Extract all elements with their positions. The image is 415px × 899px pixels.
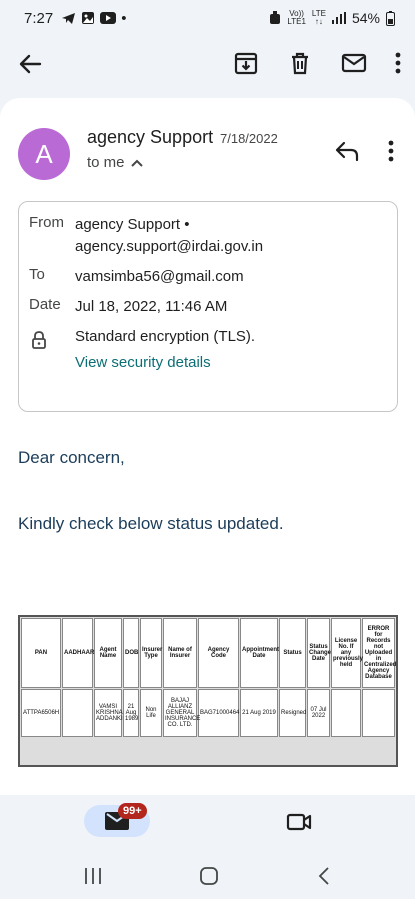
to-value[interactable]: vamsimba56@gmail.com [75, 266, 380, 288]
telegram-icon [62, 12, 76, 24]
more-vert-icon[interactable] [395, 52, 401, 74]
arrow-left-icon[interactable] [16, 50, 44, 78]
status-dot: • [121, 9, 127, 27]
table-row: ATTPA6506H VAMSI KRISHNA ADDANKI 21 Aug … [21, 689, 395, 737]
security-link-row: View security details [19, 352, 380, 374]
to-label: To [29, 266, 45, 283]
table-cell: Resigned [279, 689, 306, 737]
table-cell: 21 Aug 1989 [123, 689, 139, 737]
table-header: AADHAAR [62, 618, 94, 688]
alarm-icon [270, 11, 281, 24]
signal-icon [331, 12, 346, 24]
date-label: Date [29, 296, 61, 313]
from-value[interactable]: agency Support • agency.support@irdai.go… [75, 214, 380, 258]
gallery-icon [82, 12, 95, 24]
recent-apps-icon[interactable] [82, 865, 104, 887]
table-header: PAN [21, 618, 61, 688]
status-bar: 7:27 • Vo)) LTE1 LTE ↑↓ 54% [0, 0, 415, 36]
to-me-label: to me [87, 154, 125, 171]
recipient-toggle[interactable]: to me [87, 154, 143, 171]
table-cell: 07 Jul 2022 [307, 689, 330, 737]
chevron-up-icon [130, 159, 143, 167]
home-icon[interactable] [198, 865, 220, 887]
table-cell: 21 Aug 2019 [240, 689, 278, 737]
battery-icon [386, 10, 395, 26]
table-header: Status Change Date [307, 618, 331, 688]
table-header: Agent Name [94, 618, 122, 688]
table-header: DOB [123, 618, 139, 688]
date-row: Date Jul 18, 2022, 11:46 AM [19, 296, 380, 318]
table-cell [362, 689, 395, 737]
unread-badge: 99+ [118, 803, 147, 819]
trash-icon[interactable] [287, 50, 313, 76]
mail-icon[interactable] [341, 50, 367, 76]
archive-icon[interactable] [233, 50, 259, 76]
battery-percent: 54% [351, 10, 380, 26]
table-cell: ATTPA6506H [21, 689, 61, 737]
youtube-icon [100, 12, 117, 24]
table-cell: Non Life [140, 689, 162, 737]
lte-indicator: LTE ↑↓ [311, 9, 326, 26]
body-text: Kindly check below status updated. [18, 514, 284, 533]
email-details-card: From agency Support • agency.support@ird… [18, 201, 398, 412]
volte-indicator: Vo)) LTE1 [287, 9, 306, 26]
more-vert-icon[interactable] [382, 140, 400, 162]
table-header: Name of Insurer [163, 618, 197, 688]
table-cell [62, 689, 93, 737]
date-value: Jul 18, 2022, 11:46 AM [75, 298, 228, 315]
video-camera-icon[interactable] [286, 809, 312, 835]
table-header-row: PAN AADHAAR Agent Name DOB Insurer Type … [21, 618, 396, 688]
table-cell: BAG71000464 [198, 689, 239, 737]
table-header: Agency Code [198, 618, 239, 688]
email-date: 7/18/2022 [220, 131, 278, 146]
status-time: 7:27 [24, 9, 54, 27]
table-header: Insurer Type [140, 618, 162, 688]
table-header: ERROR for Records not Uploaded in Centra… [362, 618, 396, 688]
to-row: To vamsimba56@gmail.com [19, 266, 380, 288]
table-cell: VAMSI KRISHNA ADDANKI [94, 689, 123, 737]
table-header: License No. If any previously held [331, 618, 363, 688]
sender-name: agency Support [87, 127, 214, 147]
bottom-nav: 99+ [0, 795, 415, 853]
greeting: Dear concern, [18, 448, 125, 467]
reply-icon[interactable] [334, 140, 360, 162]
encryption-row: Standard encryption (TLS). [19, 326, 380, 348]
from-row: From agency Support • agency.support@ird… [19, 214, 380, 258]
from-label: From [29, 214, 64, 231]
system-nav-bar [0, 853, 415, 899]
email-toolbar [0, 36, 415, 92]
view-security-details-link[interactable]: View security details [75, 352, 380, 374]
table-cell [331, 689, 361, 737]
table-header: Status [279, 618, 306, 688]
table-cell: BAJAJ ALLIANZ GENERAL INSURANCE CO. LTD. [163, 689, 200, 737]
avatar[interactable]: A [18, 128, 70, 180]
encryption-text: Standard encryption (TLS). [75, 328, 256, 345]
email-content: A agency Support 7/18/2022 to me From ag… [0, 98, 415, 795]
back-nav-icon[interactable] [314, 865, 336, 887]
table-header: Appointment Date [240, 618, 279, 688]
status-table: PAN AADHAAR Agent Name DOB Insurer Type … [18, 615, 398, 767]
